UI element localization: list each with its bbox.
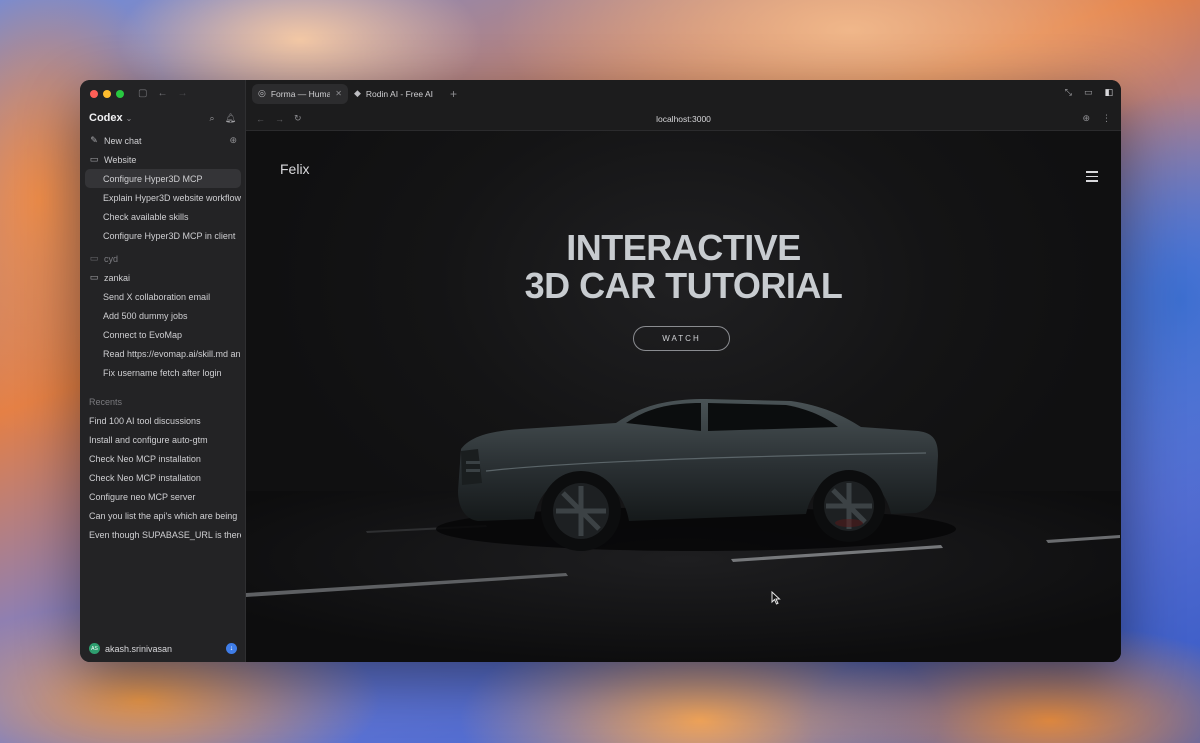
watch-button[interactable]: WATCH [633, 326, 730, 351]
forward-arrow-icon[interactable]: → [177, 88, 187, 99]
recent-item[interactable]: Configure neo MCP server [85, 487, 241, 506]
split-view-icon[interactable]: ◧ [1104, 87, 1113, 98]
tab-rodin[interactable]: ◆ Rodin AI - Free AI [348, 84, 444, 104]
sidebar-item-fix-username[interactable]: Fix username fetch after login [85, 363, 241, 382]
extension-icon[interactable]: ⊕ [1082, 113, 1090, 124]
folder-icon: ▭ [89, 154, 99, 164]
collapse-arrows-icon[interactable]: ⤡ [1065, 87, 1072, 98]
sidebar-toolbar: ▢ ← → [138, 88, 187, 99]
recent-item[interactable]: Even though SUPABASE_URL is there [85, 525, 241, 544]
sidebar-item-website[interactable]: ▭ Website [85, 150, 241, 169]
tab-bar: ◎ Forma — Human ✕ ◆ Rodin AI - Free AI +… [246, 80, 1121, 107]
url-field[interactable]: localhost:3000 [656, 114, 711, 124]
mouse-cursor-icon [771, 591, 781, 605]
app-brand[interactable]: Codex [89, 112, 123, 124]
hero-title-line-1: INTERACTIVE [566, 227, 801, 268]
recent-item[interactable]: Check Neo MCP installation [85, 449, 241, 468]
sidebar-item-new-chat[interactable]: ✎ New chat ⊕ [85, 131, 241, 150]
sidebar-item-label: Configure Hyper3D MCP [103, 173, 203, 184]
rodin-logo-icon: ◆ [354, 88, 361, 98]
edit-icon: ✎ [90, 135, 98, 145]
sidebar-item-label: Fix username fetch after login [103, 367, 222, 378]
car-scene-image [246, 399, 1120, 662]
tab-forma[interactable]: ◎ Forma — Human ✕ [252, 83, 348, 104]
sidebar-item-label: Explain Hyper3D website workflow [103, 192, 241, 203]
sidebar-item-label: Connect to EvoMap [103, 329, 183, 340]
sidebar-item-label: Configure Hyper3D MCP in client [103, 230, 236, 241]
recent-item-label: Check Neo MCP installation [89, 472, 201, 483]
sidebar-item-check-skills[interactable]: Check available skills [85, 207, 241, 226]
recent-item-label: Install and configure auto-gtm [89, 434, 208, 445]
webpage-viewport: Felix INTERACTIVE 3D CAR TUTORIAL WATCH [246, 131, 1121, 662]
recent-item[interactable]: Find 100 AI tool discussions [85, 411, 241, 430]
minimize-window-button[interactable] [103, 90, 111, 98]
username: akash.srinivasan [105, 643, 173, 654]
zoom-window-button[interactable] [116, 90, 124, 98]
bell-icon[interactable]: 🔔︎ [225, 113, 236, 124]
globe-icon: ◎ [258, 88, 266, 98]
sidebar-item-label: Send X collaboration email [103, 291, 211, 302]
hamburger-menu-icon[interactable] [1086, 171, 1098, 185]
window-controls [90, 90, 124, 98]
sidebar-list: ✎ New chat ⊕ ▭ Website Configure Hyper3D… [85, 131, 241, 544]
back-arrow-icon[interactable]: ← [157, 88, 167, 99]
tab-title: Forma — Human [270, 88, 331, 99]
sidebar-item-label: cyd [104, 253, 119, 264]
reload-icon[interactable]: ↻ [294, 113, 302, 124]
more-options-icon[interactable]: ⋮ [1102, 113, 1111, 124]
sidebar-item-dummy-jobs[interactable]: Add 500 dummy jobs [85, 306, 241, 325]
app-window: ▢ ← → Codex ⌄ ⌕ 🔔︎ ✎ New chat ⊕ ▭ Websit… [80, 80, 1121, 662]
recent-item-label: Find 100 AI tool discussions [89, 415, 201, 426]
user-footer[interactable]: AS akash.srinivasan ↓ [89, 643, 237, 654]
recent-item[interactable]: Can you list the api's which are being [85, 506, 241, 525]
sidebar-item-send-email[interactable]: Send X collaboration email [85, 287, 241, 306]
sidebar-item-configure-hyper3d-mcp[interactable]: Configure Hyper3D MCP [85, 169, 241, 188]
back-icon[interactable]: ← [256, 114, 265, 124]
new-tab-plus-icon[interactable]: + [450, 87, 457, 101]
hero-title-line-2: 3D CAR TUTORIAL [524, 265, 843, 306]
sidebar-item-label: New chat [104, 135, 142, 146]
sidebar-item-label: Website [104, 154, 137, 165]
recent-item-label: Can you list the api's which are being [89, 510, 238, 521]
recent-item[interactable]: Install and configure auto-gtm [85, 430, 241, 449]
sidebar-item-label: Read https://evomap.ai/skill.md and [103, 348, 241, 359]
close-window-button[interactable] [90, 90, 98, 98]
picture-in-picture-icon[interactable]: ▭ [1084, 87, 1093, 98]
recents-heading: Recents [89, 396, 123, 407]
recent-item[interactable]: Check Neo MCP installation [85, 468, 241, 487]
sidebar-item-evomap[interactable]: Connect to EvoMap [85, 325, 241, 344]
site-logo[interactable]: Felix [280, 161, 310, 177]
sidebar-item-cyd[interactable]: ▭ cyd [85, 249, 241, 268]
hero-title: INTERACTIVE 3D CAR TUTORIAL [246, 229, 1121, 305]
sidebar: ▢ ← → Codex ⌄ ⌕ 🔔︎ ✎ New chat ⊕ ▭ Websit… [80, 80, 246, 662]
sidebar-item-label: Check available skills [103, 211, 189, 222]
sidebar-item-configure-client[interactable]: Configure Hyper3D MCP in client [85, 226, 241, 245]
close-tab-icon[interactable]: ✕ [335, 89, 342, 98]
download-badge-icon[interactable]: ↓ [226, 643, 237, 654]
forward-icon[interactable]: → [275, 114, 284, 124]
plus-circle-icon[interactable]: ⊕ [229, 135, 237, 146]
sidebar-item-read-skill[interactable]: Read https://evomap.ai/skill.md and [85, 344, 241, 363]
recent-item-label: Even though SUPABASE_URL is there [89, 529, 241, 540]
folder-icon: ▭ [89, 272, 99, 282]
sidebar-item-explain-hyper3d[interactable]: Explain Hyper3D website workflow [85, 188, 241, 207]
address-bar: ← → ↻ localhost:3000 ⊕ ⋮ [246, 107, 1121, 131]
chevron-down-icon[interactable]: ⌄ [126, 114, 133, 123]
search-icon[interactable]: ⌕ [210, 113, 215, 124]
browser-pane: ◎ Forma — Human ✕ ◆ Rodin AI - Free AI +… [246, 80, 1121, 662]
brand-row: Codex ⌄ ⌕ 🔔︎ [89, 112, 236, 124]
sidebar-item-zankai[interactable]: ▭ zankai [85, 268, 241, 287]
sidebar-toggle-icon[interactable]: ▢ [138, 88, 147, 99]
sidebar-item-label: Add 500 dummy jobs [103, 310, 188, 321]
folder-icon: ▭ [89, 253, 99, 263]
avatar: AS [89, 643, 100, 654]
recent-item-label: Check Neo MCP installation [89, 453, 201, 464]
recent-item-label: Configure neo MCP server [89, 491, 196, 502]
tab-title: Rodin AI - Free AI [365, 88, 434, 99]
sidebar-item-label: zankai [104, 272, 131, 283]
